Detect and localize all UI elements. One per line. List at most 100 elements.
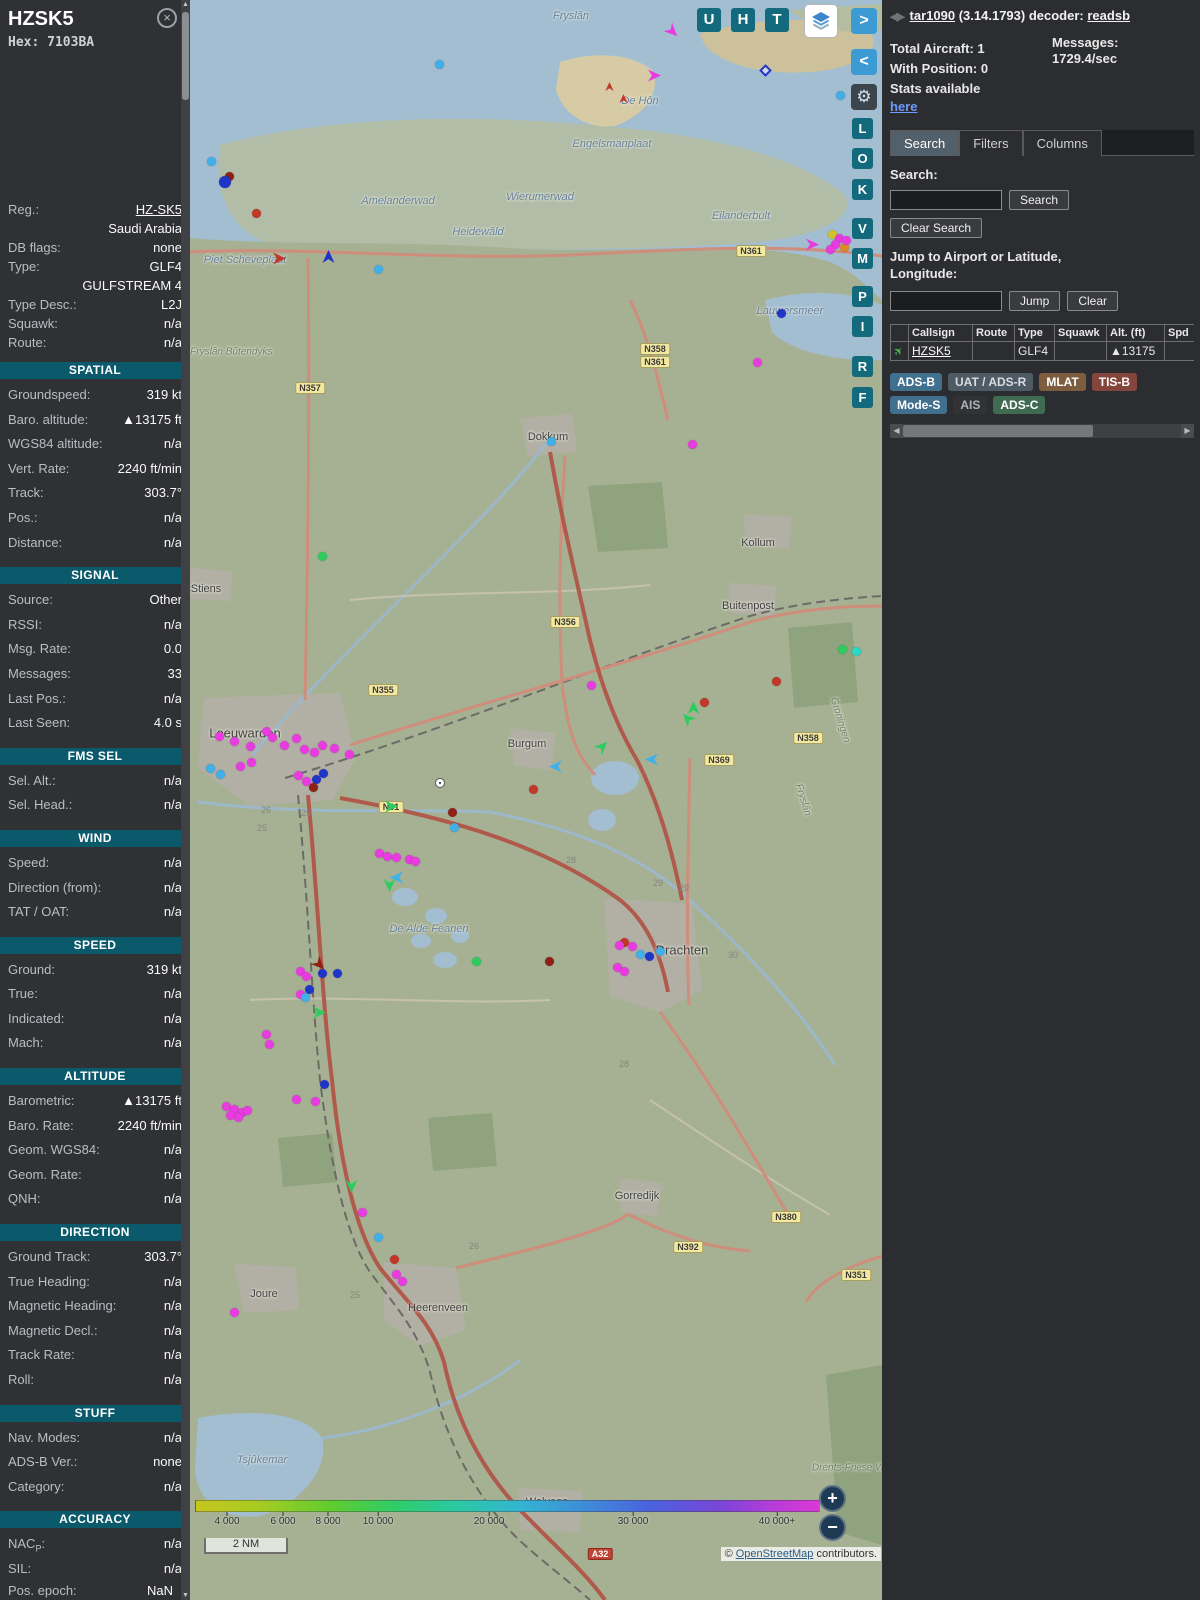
column-header[interactable] bbox=[890, 324, 909, 343]
map-canvas[interactable] bbox=[190, 0, 882, 1600]
panel-collapse-icon[interactable]: ◀▶ bbox=[890, 11, 905, 23]
column-header[interactable]: Route bbox=[972, 324, 1015, 343]
map-toggle-button[interactable]: U bbox=[697, 8, 721, 32]
tab[interactable]: Filters bbox=[959, 130, 1023, 157]
aircraft-marker[interactable] bbox=[383, 852, 392, 861]
sidebar-expand-icon[interactable]: > bbox=[851, 8, 877, 34]
tab[interactable]: Search bbox=[890, 130, 960, 157]
filter-chip[interactable]: ADS-C bbox=[993, 396, 1046, 415]
aircraft-marker[interactable] bbox=[302, 777, 311, 786]
aircraft-marker[interactable] bbox=[318, 741, 327, 750]
osm-link[interactable]: OpenStreetMap bbox=[736, 1548, 814, 1560]
map-toggle-button[interactable]: T bbox=[765, 8, 789, 32]
aircraft-marker[interactable] bbox=[215, 732, 224, 741]
aircraft-marker[interactable] bbox=[436, 779, 444, 787]
aircraft-marker[interactable] bbox=[529, 785, 538, 794]
scroll-thumb[interactable] bbox=[903, 425, 1093, 438]
close-icon[interactable]: × bbox=[157, 8, 177, 28]
aircraft-marker[interactable] bbox=[450, 823, 459, 832]
settings-gear-icon[interactable]: ⚙ bbox=[851, 84, 877, 110]
scroll-right-icon[interactable]: ▶ bbox=[1181, 424, 1194, 439]
aircraft-marker[interactable] bbox=[838, 645, 847, 654]
aircraft-marker[interactable] bbox=[358, 1208, 367, 1217]
aircraft-marker[interactable] bbox=[243, 1106, 252, 1115]
map-layer-button[interactable]: M bbox=[852, 248, 873, 269]
map-layer-button[interactable]: P bbox=[852, 286, 873, 307]
aircraft-marker[interactable] bbox=[435, 60, 444, 69]
aircraft-marker[interactable] bbox=[448, 808, 457, 817]
aircraft-marker[interactable] bbox=[390, 1255, 399, 1264]
column-header[interactable]: Spd bbox=[1164, 324, 1194, 343]
aircraft-marker[interactable] bbox=[826, 245, 835, 254]
aircraft-marker[interactable] bbox=[772, 677, 781, 686]
aircraft-marker[interactable] bbox=[230, 1308, 239, 1317]
column-header[interactable]: Callsign bbox=[908, 324, 973, 343]
aircraft-row[interactable]: ✈ HZSK5 GLF4 ▲13175 bbox=[890, 341, 1194, 362]
clear-search-button[interactable]: Clear Search bbox=[890, 218, 983, 239]
aircraft-marker[interactable] bbox=[219, 176, 231, 188]
horizontal-scrollbar[interactable]: ◀ ▶ bbox=[890, 424, 1194, 439]
aircraft-marker[interactable] bbox=[411, 857, 420, 866]
filter-chip[interactable]: AIS bbox=[953, 396, 988, 415]
aircraft-marker[interactable] bbox=[294, 771, 303, 780]
aircraft-marker[interactable] bbox=[311, 1097, 320, 1106]
aircraft-marker[interactable] bbox=[216, 770, 225, 779]
map-layer-button[interactable]: O bbox=[852, 148, 873, 169]
column-header[interactable]: Type bbox=[1014, 324, 1055, 343]
sidebar-scrollbar[interactable]: ▲ ▼ bbox=[181, 0, 190, 1600]
column-header[interactable]: Squawk bbox=[1054, 324, 1107, 343]
zoom-out-button[interactable]: − bbox=[819, 1514, 846, 1541]
aircraft-marker[interactable] bbox=[300, 745, 309, 754]
layers-control[interactable] bbox=[804, 4, 838, 38]
readsb-link[interactable]: readsb bbox=[1087, 8, 1130, 23]
sidebar-collapse-icon[interactable]: < bbox=[851, 49, 877, 75]
aircraft-marker[interactable] bbox=[656, 947, 665, 956]
aircraft-marker[interactable] bbox=[753, 358, 762, 367]
aircraft-marker[interactable] bbox=[836, 91, 845, 100]
jump-clear-button[interactable]: Clear bbox=[1067, 291, 1119, 312]
aircraft-marker[interactable] bbox=[842, 236, 851, 245]
aircraft-marker[interactable] bbox=[302, 972, 311, 981]
scroll-down-icon[interactable]: ▼ bbox=[181, 1592, 190, 1599]
aircraft-marker[interactable] bbox=[545, 957, 554, 966]
aircraft-marker[interactable] bbox=[246, 742, 255, 751]
tab[interactable]: Columns bbox=[1022, 130, 1102, 157]
map-layer-button[interactable]: L bbox=[852, 118, 873, 139]
aircraft-marker[interactable] bbox=[852, 647, 861, 656]
aircraft-marker[interactable] bbox=[319, 769, 328, 778]
map-layer-button[interactable]: F bbox=[852, 387, 873, 408]
column-header[interactable]: Alt. (ft) bbox=[1106, 324, 1165, 343]
jump-input[interactable] bbox=[890, 291, 1002, 312]
zoom-in-button[interactable]: + bbox=[819, 1485, 846, 1512]
aircraft-marker[interactable] bbox=[309, 783, 318, 792]
aircraft-marker[interactable] bbox=[587, 681, 596, 690]
aircraft-marker[interactable] bbox=[398, 1277, 407, 1286]
aircraft-marker[interactable] bbox=[280, 741, 289, 750]
aircraft-marker[interactable] bbox=[547, 437, 556, 446]
aircraft-marker[interactable] bbox=[700, 698, 709, 707]
tar1090-link[interactable]: tar1090 bbox=[910, 8, 956, 23]
scroll-thumb[interactable] bbox=[182, 12, 189, 100]
aircraft-marker[interactable] bbox=[320, 1080, 329, 1089]
aircraft-marker[interactable] bbox=[301, 993, 310, 1002]
aircraft-marker[interactable] bbox=[615, 941, 624, 950]
map-layer-button[interactable]: V bbox=[852, 218, 873, 239]
aircraft-marker[interactable] bbox=[247, 758, 256, 767]
aircraft-marker[interactable] bbox=[688, 440, 697, 449]
aircraft-marker[interactable] bbox=[636, 950, 645, 959]
aircraft-marker[interactable] bbox=[620, 967, 629, 976]
stats-here-link[interactable]: here bbox=[890, 99, 917, 114]
aircraft-marker[interactable] bbox=[628, 942, 637, 951]
filter-chip[interactable]: UAT / ADS-R bbox=[948, 373, 1034, 392]
aircraft-marker[interactable] bbox=[292, 734, 301, 743]
filter-chip[interactable]: TIS-B bbox=[1091, 373, 1138, 392]
callsign-link[interactable]: HZSK5 bbox=[912, 344, 951, 358]
filter-chip[interactable]: ADS-B bbox=[890, 373, 942, 392]
search-button[interactable]: Search bbox=[1009, 190, 1070, 211]
aircraft-marker[interactable] bbox=[262, 1030, 271, 1039]
aircraft-marker[interactable] bbox=[310, 748, 319, 757]
aircraft-marker[interactable] bbox=[333, 969, 342, 978]
aircraft-marker[interactable] bbox=[230, 737, 239, 746]
aircraft-marker[interactable] bbox=[236, 762, 245, 771]
aircraft-marker[interactable] bbox=[645, 952, 654, 961]
